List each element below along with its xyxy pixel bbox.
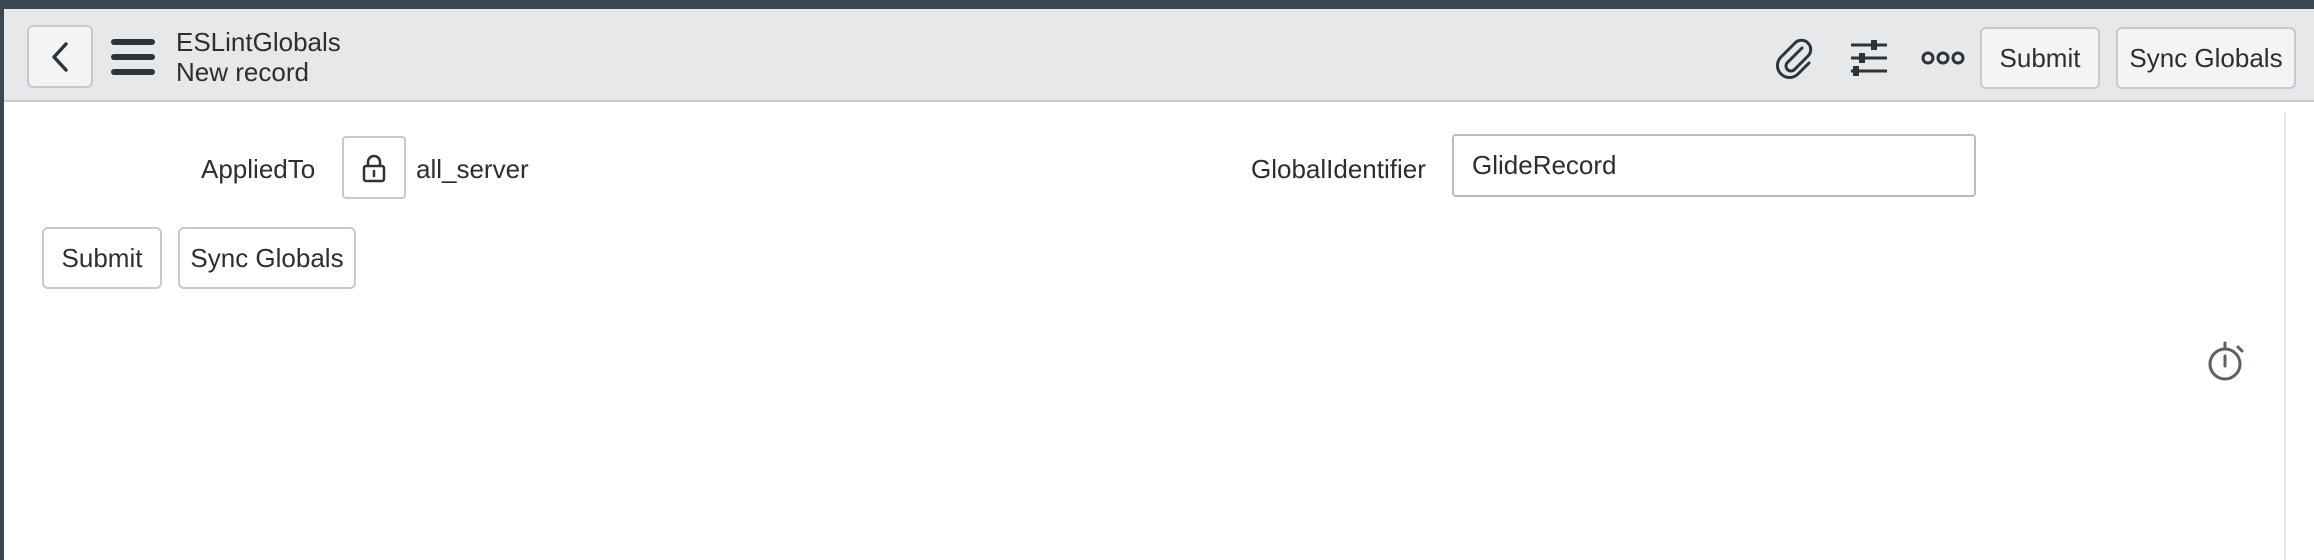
sliders-icon[interactable] [1844,33,1894,83]
hamburger-menu-icon[interactable] [111,37,155,77]
more-options-icon[interactable] [1918,33,1968,83]
global-identifier-label: GlobalIdentifier [1251,154,1426,184]
form-header: ESLintGlobals New record Submit Sync Glo… [4,9,2314,102]
record-title-block: ESLintGlobals New record [176,27,341,87]
record-title: ESLintGlobals [176,27,341,57]
applied-to-label: AppliedTo [201,154,316,184]
form-sync-globals-button[interactable]: Sync Globals [178,227,356,289]
chevron-left-icon [52,41,68,72]
applied-to-value: all_server [416,154,529,184]
stopwatch-icon[interactable] [2205,339,2247,383]
header-submit-button[interactable]: Submit [1980,27,2100,89]
record-subtitle: New record [176,57,309,87]
header-sync-globals-button[interactable]: Sync Globals [2116,27,2296,89]
paperclip-icon[interactable] [1769,33,1819,83]
form-submit-button[interactable]: Submit [42,227,162,289]
form-window: ESLintGlobals New record Submit Sync Glo… [4,9,2314,560]
back-button[interactable] [27,25,93,88]
scrollbar-track[interactable] [2284,113,2286,560]
global-identifier-input[interactable] [1452,134,1976,197]
window-frame: ESLintGlobals New record Submit Sync Glo… [0,0,2314,560]
lock-icon [362,154,386,182]
applied-to-lock-button[interactable] [342,136,406,199]
